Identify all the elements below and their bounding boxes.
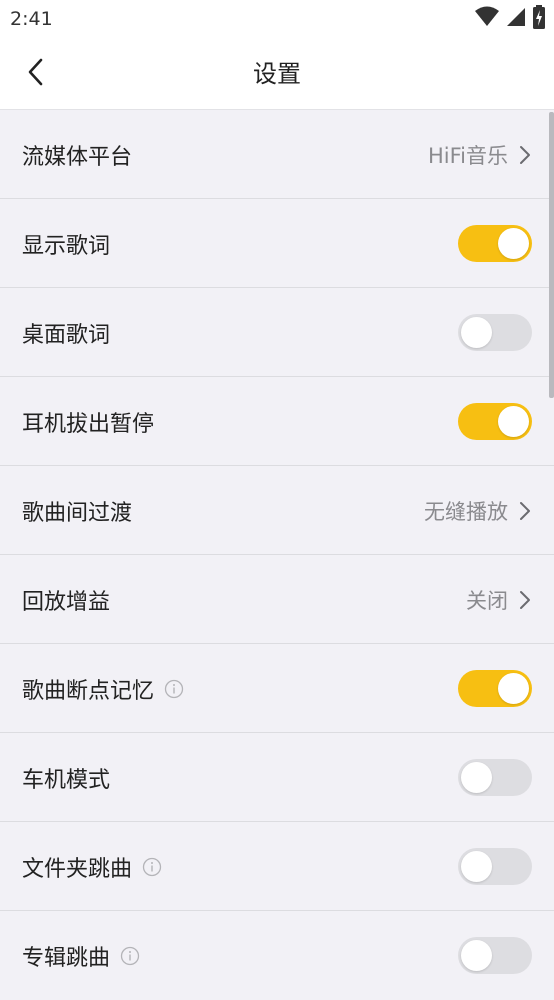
pause-on-unplug-toggle[interactable] <box>458 403 532 440</box>
setting-label-text: 显示歌词 <box>22 233 111 259</box>
page-title: 设置 <box>253 60 301 88</box>
setting-show-lyrics[interactable]: 显示歌词 <box>0 199 554 288</box>
setting-car-mode[interactable]: 车机模式 <box>0 733 554 822</box>
info-icon[interactable] <box>120 946 140 966</box>
setting-label: 车机模式 <box>22 733 110 822</box>
resume-position-toggle[interactable] <box>458 670 532 707</box>
desktop-lyrics-toggle[interactable] <box>458 314 532 351</box>
setting-label-text: 耳机拔出暂停 <box>22 411 155 437</box>
setting-label: 专辑跳曲 <box>22 911 140 1000</box>
setting-folder-skip[interactable]: 文件夹跳曲 <box>0 822 554 911</box>
status-bar: 2:41 <box>0 0 554 38</box>
setting-label-text: 流媒体平台 <box>22 144 133 170</box>
toggle-knob <box>498 406 529 437</box>
setting-resume-position[interactable]: 歌曲断点记忆 <box>0 644 554 733</box>
setting-track-transition[interactable]: 歌曲间过渡 无缝播放 <box>0 466 554 555</box>
setting-label: 耳机拔出暂停 <box>22 377 154 466</box>
setting-replay-gain[interactable]: 回放增益 关闭 <box>0 555 554 644</box>
setting-value: 无缝播放 <box>424 466 532 555</box>
info-icon[interactable] <box>142 857 162 877</box>
car-mode-toggle[interactable] <box>458 759 532 796</box>
setting-label: 回放增益 <box>22 555 110 644</box>
chevron-right-icon <box>518 144 532 166</box>
setting-label: 显示歌词 <box>22 199 110 288</box>
app-header: 设置 <box>0 38 554 110</box>
toggle-knob <box>498 228 529 259</box>
setting-label-text: 回放增益 <box>22 589 111 615</box>
setting-label-text: 车机模式 <box>22 767 111 793</box>
toggle-knob <box>461 317 492 348</box>
album-skip-toggle[interactable] <box>458 937 532 974</box>
chevron-right-icon <box>518 500 532 522</box>
setting-album-skip[interactable]: 专辑跳曲 <box>0 911 554 1000</box>
setting-value-text: 关闭 <box>466 588 508 613</box>
setting-label-text: 文件夹跳曲 <box>22 856 133 882</box>
scrollbar[interactable] <box>549 112 554 398</box>
setting-pause-on-unplug[interactable]: 耳机拔出暂停 <box>0 377 554 466</box>
setting-value: HiFi音乐 <box>428 110 532 199</box>
setting-value-text: HiFi音乐 <box>427 143 508 168</box>
setting-label: 桌面歌词 <box>22 288 110 377</box>
back-button[interactable] <box>18 56 54 92</box>
chevron-right-icon <box>518 589 532 611</box>
setting-desktop-lyrics[interactable]: 桌面歌词 <box>0 288 554 377</box>
setting-label-text: 歌曲间过渡 <box>22 500 133 526</box>
setting-streaming-platform[interactable]: 流媒体平台 HiFi音乐 <box>0 110 554 199</box>
setting-label-text: 专辑跳曲 <box>22 945 111 971</box>
setting-label: 流媒体平台 <box>22 110 132 199</box>
setting-label: 歌曲断点记忆 <box>22 644 184 733</box>
setting-value: 关闭 <box>466 555 532 644</box>
setting-label: 文件夹跳曲 <box>22 822 162 911</box>
status-icons <box>474 5 546 33</box>
toggle-knob <box>498 673 529 704</box>
toggle-knob <box>461 851 492 882</box>
setting-value-text: 无缝播放 <box>424 499 508 524</box>
setting-label-text: 歌曲断点记忆 <box>22 678 155 704</box>
wifi-icon <box>474 6 500 32</box>
toggle-knob <box>461 940 492 971</box>
setting-label-text: 桌面歌词 <box>22 322 111 348</box>
setting-label: 歌曲间过渡 <box>22 466 132 555</box>
info-icon[interactable] <box>164 679 184 699</box>
folder-skip-toggle[interactable] <box>458 848 532 885</box>
chevron-left-icon <box>26 57 46 91</box>
signal-icon <box>506 6 526 32</box>
settings-list: 流媒体平台 HiFi音乐 显示歌词 桌面歌词 耳机拔出暂停 歌曲间过渡 无缝播放… <box>0 110 554 1000</box>
show-lyrics-toggle[interactable] <box>458 225 532 262</box>
battery-charging-icon <box>532 5 546 33</box>
toggle-knob <box>461 762 492 793</box>
status-time: 2:41 <box>10 8 53 30</box>
